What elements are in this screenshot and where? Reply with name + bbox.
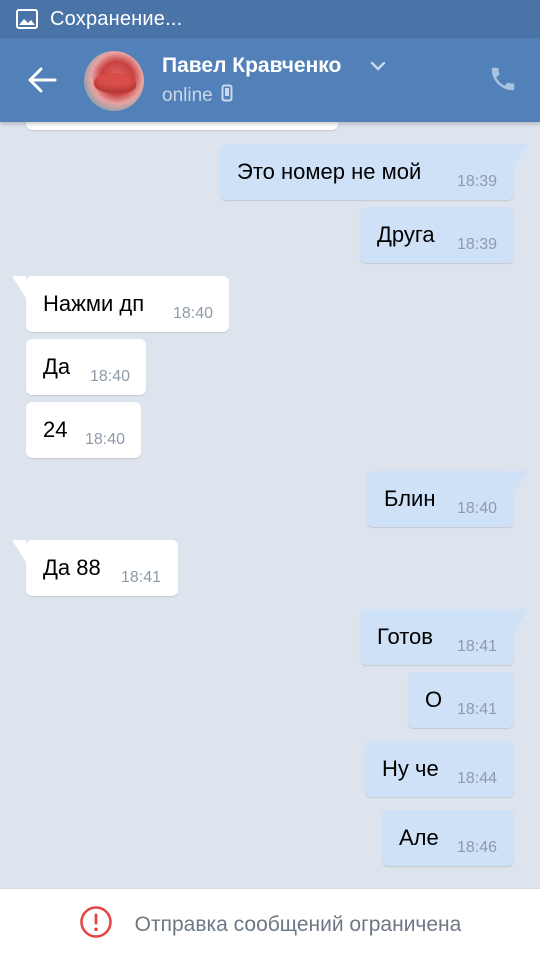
message-bubble[interactable]: Ну че 18:44: [365, 741, 514, 797]
message-time: 18:44: [456, 770, 497, 787]
status-text: Сохранение...: [50, 7, 183, 30]
message-bubble[interactable]: 24 18:40: [26, 402, 141, 458]
message-time: 18:40: [84, 431, 125, 448]
image-icon: [16, 9, 38, 29]
message-time: 18:41: [456, 701, 497, 718]
status-bar: Сохранение...: [0, 0, 540, 38]
message-bubble[interactable]: Але 18:46: [382, 810, 514, 866]
message-time: 18:40: [456, 500, 497, 517]
message-bubble[interactable]: Да 18:40: [26, 339, 146, 395]
message-time: 18:39: [456, 236, 497, 253]
back-arrow-icon[interactable]: [24, 62, 60, 98]
message-text: Але: [399, 825, 439, 850]
message-text: 24: [43, 417, 68, 442]
message-time: 18:40: [89, 368, 130, 385]
message-text: Друга: [377, 222, 435, 247]
contact-name[interactable]: Павел Кравченко: [162, 54, 341, 78]
phone-icon[interactable]: [488, 64, 518, 99]
warning-icon: [79, 905, 113, 944]
online-status: online: [162, 84, 233, 108]
chevron-down-icon[interactable]: [370, 58, 386, 76]
message-text: О: [425, 687, 443, 712]
partial-message: [26, 122, 338, 130]
message-bubble[interactable]: Это номер не мой 18:39: [220, 144, 528, 200]
message-text: Это номер не мой: [237, 159, 422, 184]
message-text: Нажми дп: [43, 291, 145, 316]
message-time: 18:46: [456, 839, 497, 856]
message-text: Блин: [384, 486, 436, 511]
message-time: 18:41: [456, 638, 497, 655]
message-bubble[interactable]: Готов 18:41: [360, 609, 528, 665]
restriction-banner: Отправка сообщений ограничена: [0, 888, 540, 960]
online-status-text: online: [162, 85, 213, 106]
message-text: Да: [43, 354, 71, 379]
message-time: 18:41: [120, 569, 161, 586]
message-bubble[interactable]: О 18:41: [408, 672, 514, 728]
message-bubble[interactable]: Да 88 18:41: [12, 540, 178, 596]
message-text: Да 88: [43, 555, 101, 580]
message-text: Ну че: [382, 756, 439, 781]
message-bubble[interactable]: Нажми дп 18:40: [12, 276, 229, 332]
chat-header: Павел Кравченко online: [0, 38, 540, 122]
message-bubble[interactable]: Друга 18:39: [360, 207, 514, 263]
message-time: 18:39: [456, 173, 497, 190]
message-text: Готов: [377, 624, 433, 649]
message-bubble[interactable]: Блин 18:40: [367, 471, 528, 527]
restriction-text: Отправка сообщений ограничена: [134, 912, 462, 936]
avatar[interactable]: [84, 51, 144, 111]
mobile-icon: [221, 84, 233, 108]
message-list[interactable]: Это номер не мой 18:39 Друга 18:39 Нажми…: [0, 122, 540, 888]
message-time: 18:40: [172, 305, 213, 322]
